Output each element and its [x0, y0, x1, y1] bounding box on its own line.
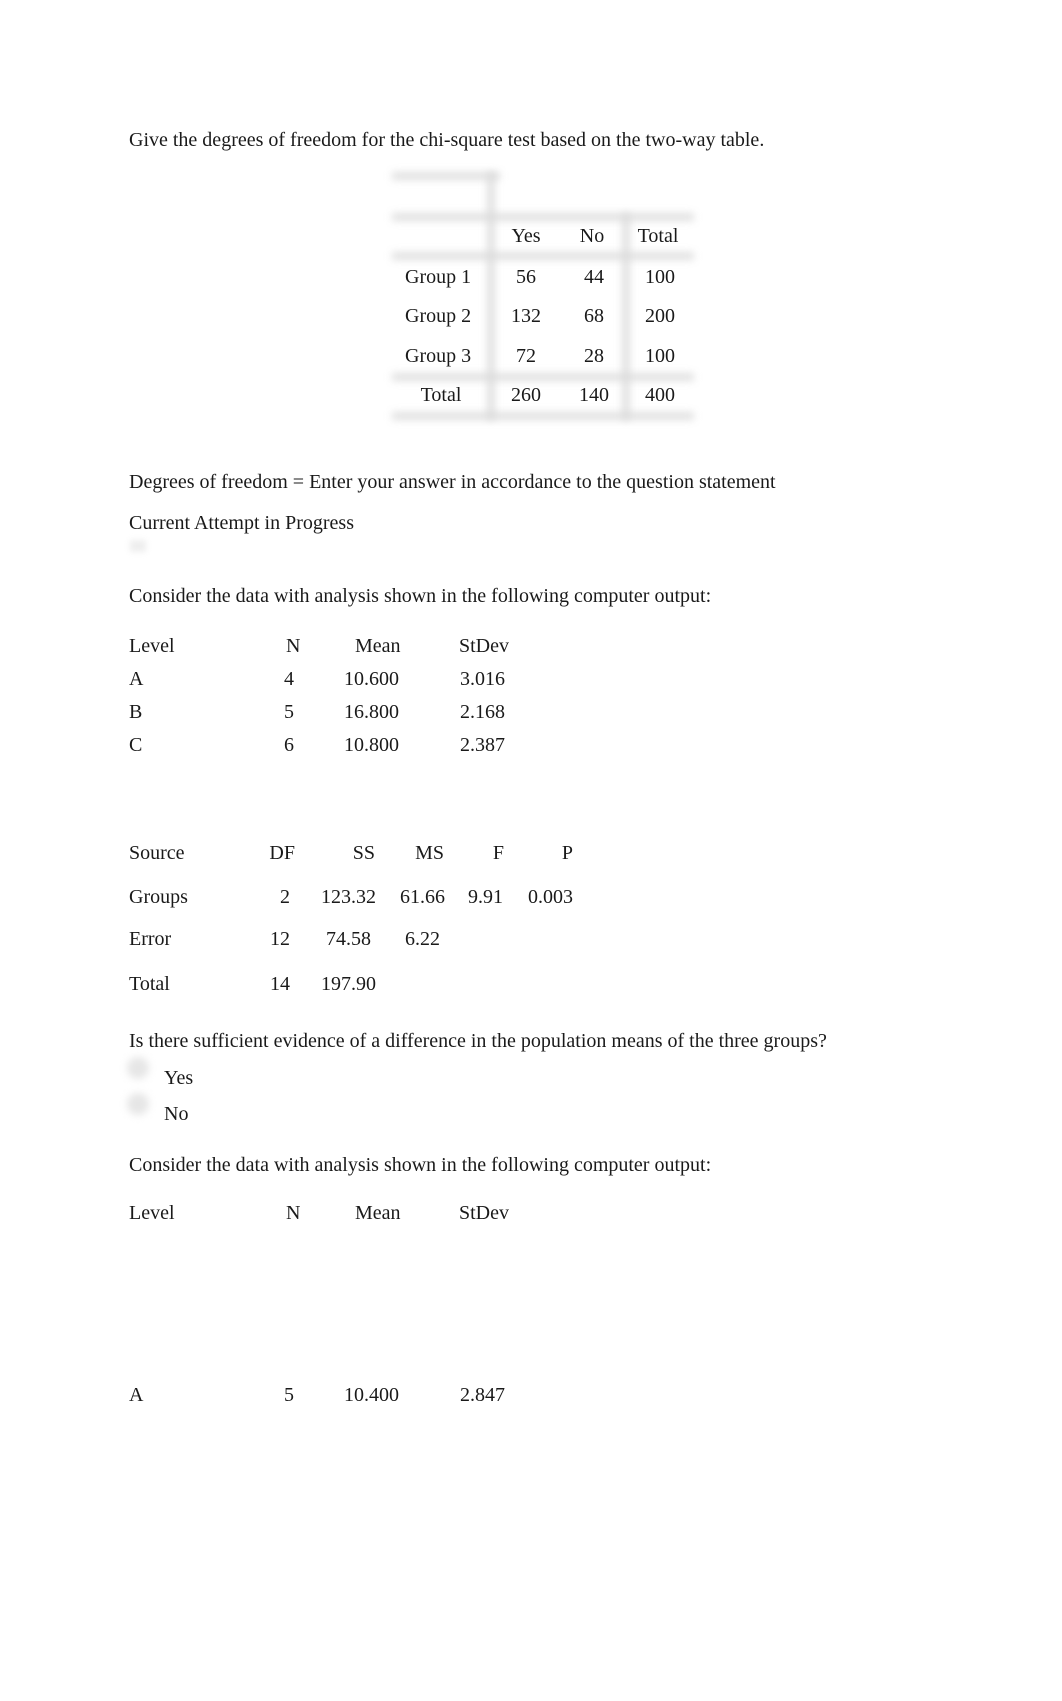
col-header-stdev: StDev	[459, 1202, 509, 1224]
col-header-source: Source	[129, 842, 185, 864]
cell: 197.90	[321, 973, 376, 995]
grid-line	[392, 252, 694, 260]
cell: 200	[645, 305, 675, 327]
cell: 2.387	[460, 734, 505, 756]
cell: 56	[516, 266, 536, 288]
cell: Error	[129, 928, 172, 950]
q3-prompt: Consider the data with analysis shown in…	[129, 1154, 712, 1176]
cell: 74.58	[326, 928, 371, 950]
cell: 10.600	[344, 668, 399, 690]
grid-line	[392, 373, 694, 381]
col-header-n: N	[286, 1202, 301, 1224]
col-header-level: Level	[129, 635, 175, 657]
cell: 61.66	[400, 886, 445, 908]
cell: 100	[645, 266, 675, 288]
cell: 260	[511, 384, 541, 406]
attempt-status: Current Attempt in Progress	[129, 512, 354, 534]
answer-input-ghost	[130, 540, 146, 552]
cell: 5	[284, 1384, 294, 1406]
cell: 2	[280, 886, 290, 908]
cell: 4	[284, 668, 294, 690]
cell: C	[129, 734, 143, 756]
col-header-no: No	[579, 225, 605, 247]
q2-prompt: Consider the data with analysis shown in…	[129, 585, 712, 607]
cell: A	[129, 1384, 144, 1406]
col-header-stdev: StDev	[459, 635, 509, 657]
col-header-yes: Yes	[511, 225, 541, 247]
cell: 3.016	[460, 668, 505, 690]
radio-yes[interactable]	[127, 1057, 149, 1079]
cell: 28	[584, 345, 604, 367]
cell: 0.003	[528, 886, 573, 908]
cell: 140	[579, 384, 609, 406]
row-label: Group 2	[405, 305, 472, 327]
col-header-p: P	[561, 842, 573, 864]
row-label: Total	[420, 384, 462, 406]
col-header-ss: SS	[352, 842, 375, 864]
col-header-df: DF	[269, 842, 295, 864]
cell: 16.800	[344, 701, 399, 723]
cell: 2.847	[460, 1384, 505, 1406]
cell: 14	[270, 973, 290, 995]
option-no-label[interactable]: No	[164, 1104, 188, 1124]
cell: 100	[645, 345, 675, 367]
cell: Total	[129, 973, 170, 995]
col-header-total: Total	[637, 225, 679, 247]
grid-line	[392, 213, 694, 221]
cell: 10.400	[344, 1384, 399, 1406]
col-header-mean: Mean	[355, 1202, 401, 1224]
cell: 400	[645, 384, 675, 406]
df-answer-label[interactable]: Degrees of freedom = Enter your answer i…	[129, 472, 776, 492]
col-header-n: N	[286, 635, 301, 657]
cell: Groups	[129, 886, 188, 908]
grid-line	[622, 213, 630, 420]
cell: A	[129, 668, 144, 690]
cell: 2.168	[460, 701, 505, 723]
cell: 72	[516, 345, 536, 367]
grid-line	[392, 412, 694, 420]
radio-no[interactable]	[127, 1093, 149, 1115]
cell: 6.22	[405, 928, 440, 950]
cell: 9.91	[468, 886, 503, 908]
grid-line	[487, 172, 495, 420]
cell: 44	[584, 266, 604, 288]
col-header-f: F	[492, 842, 504, 864]
col-header-ms: MS	[415, 842, 444, 864]
cell: 68	[584, 305, 604, 327]
cell: B	[129, 701, 143, 723]
cell: 5	[284, 701, 294, 723]
cell: 123.32	[321, 886, 376, 908]
grid-line	[392, 172, 500, 180]
cell: 132	[511, 305, 541, 327]
q1-prompt: Give the degrees of freedom for the chi-…	[129, 129, 765, 151]
col-header-level: Level	[129, 1202, 175, 1224]
row-label: Group 1	[405, 266, 472, 288]
cell: 10.800	[344, 734, 399, 756]
cell: 12	[270, 928, 290, 950]
option-yes-label[interactable]: Yes	[164, 1068, 193, 1088]
cell: 6	[284, 734, 294, 756]
row-label: Group 3	[405, 345, 472, 367]
col-header-mean: Mean	[355, 635, 401, 657]
q2-question: Is there sufficient evidence of a differ…	[129, 1030, 827, 1052]
